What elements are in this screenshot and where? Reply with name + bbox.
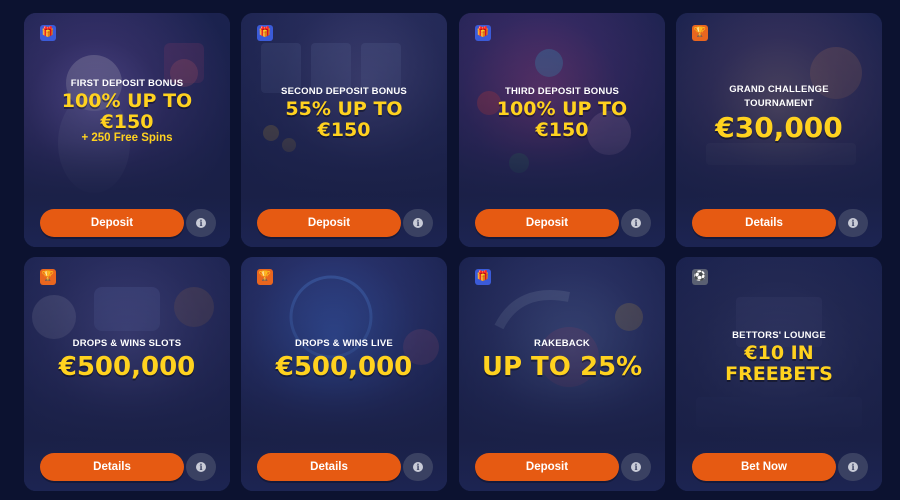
promo-text: DROPS & WINS SLOTS €500,000 — [24, 337, 230, 381]
promo-headline: 55% UP TO — [285, 98, 403, 120]
promo-text: BETTORS' LOUNGE €10 IN FREEBETS — [676, 329, 882, 384]
promotions-grid: 🎁 FIRST DEPOSIT BONUS 100% UP TO €150 + … — [0, 0, 900, 500]
info-button[interactable]: i — [838, 209, 868, 237]
promo-subtitle: SECOND DEPOSIT BONUS — [281, 86, 407, 97]
info-button[interactable]: i — [621, 453, 651, 481]
promo-subtitle: RAKEBACK — [534, 338, 590, 349]
info-icon: i — [848, 462, 858, 472]
promo-card-drops-wins-live[interactable]: 🏆 DROPS & WINS LIVE €500,000 Details i — [241, 257, 447, 491]
promo-text: THIRD DEPOSIT BONUS 100% UP TO €150 — [459, 85, 665, 140]
promo-card-first-deposit[interactable]: 🎁 FIRST DEPOSIT BONUS 100% UP TO €150 + … — [24, 13, 230, 247]
promo-headline: €30,000 — [715, 111, 843, 144]
promo-headline: €500,000 — [58, 352, 196, 382]
deposit-button[interactable]: Deposit — [475, 453, 619, 481]
info-icon: i — [631, 218, 641, 228]
trophy-icon: 🏆 — [692, 25, 708, 41]
gift-icon: 🎁 — [475, 25, 491, 41]
promo-text: GRAND CHALLENGE TOURNAMENT €30,000 — [676, 83, 882, 143]
trophy-icon: 🏆 — [257, 269, 273, 285]
promo-amount: €150 — [317, 118, 371, 141]
promo-text: FIRST DEPOSIT BONUS 100% UP TO €150 + 25… — [24, 77, 230, 144]
deposit-button[interactable]: Deposit — [40, 209, 184, 237]
info-button[interactable]: i — [403, 209, 433, 237]
promo-subtitle: DROPS & WINS LIVE — [295, 338, 393, 349]
promo-card-grand-challenge[interactable]: 🏆 GRAND CHALLENGE TOURNAMENT €30,000 Det… — [676, 13, 882, 247]
promo-headline: 100% UP TO — [61, 90, 193, 112]
info-icon: i — [631, 462, 641, 472]
promo-subtitle: BETTORS' LOUNGE — [732, 330, 826, 341]
info-icon: i — [848, 218, 858, 228]
promo-card-rakeback[interactable]: 🎁 RAKEBACK UP TO 25% Deposit i — [459, 257, 665, 491]
promo-amount: €150 — [535, 118, 589, 141]
promo-headline: €500,000 — [275, 352, 413, 382]
promo-card-bettors-lounge[interactable]: ⚽ BETTORS' LOUNGE €10 IN FREEBETS Bet No… — [676, 257, 882, 491]
gift-icon: 🎁 — [40, 25, 56, 41]
info-button[interactable]: i — [403, 453, 433, 481]
promo-headline-2: FREEBETS — [725, 362, 833, 385]
promo-subtitle: THIRD DEPOSIT BONUS — [504, 86, 620, 97]
info-button[interactable]: i — [186, 453, 216, 481]
promo-headline: €10 IN — [744, 342, 814, 364]
info-button[interactable]: i — [838, 453, 868, 481]
info-icon: i — [413, 218, 423, 228]
promo-card-third-deposit[interactable]: 🎁 THIRD DEPOSIT BONUS 100% UP TO €150 De… — [459, 13, 665, 247]
deposit-button[interactable]: Deposit — [475, 209, 619, 237]
info-icon: i — [413, 462, 423, 472]
deposit-button[interactable]: Deposit — [257, 209, 401, 237]
promo-text: DROPS & WINS LIVE €500,000 — [241, 337, 447, 381]
gift-icon: 🎁 — [257, 25, 273, 41]
details-button[interactable]: Details — [692, 209, 836, 237]
promo-card-drops-wins-slots[interactable]: 🏆 DROPS & WINS SLOTS €500,000 Details i — [24, 257, 230, 491]
details-button[interactable]: Details — [40, 453, 184, 481]
promo-text: SECOND DEPOSIT BONUS 55% UP TO €150 — [241, 85, 447, 140]
trophy-icon: 🏆 — [40, 269, 56, 285]
info-button[interactable]: i — [186, 209, 216, 237]
promo-subtitle: GRAND CHALLENGE — [729, 84, 829, 95]
info-icon: i — [196, 462, 206, 472]
promo-headline: UP TO 25% — [481, 352, 643, 382]
promo-amount: €150 — [100, 110, 154, 133]
details-button[interactable]: Details — [257, 453, 401, 481]
promo-headline: 100% UP TO — [496, 98, 628, 120]
promo-subtitle: FIRST DEPOSIT BONUS — [70, 78, 184, 89]
bet-now-button[interactable]: Bet Now — [692, 453, 836, 481]
promo-text: RAKEBACK UP TO 25% — [459, 337, 665, 381]
gift-icon: 🎁 — [475, 269, 491, 285]
promo-card-second-deposit[interactable]: 🎁 SECOND DEPOSIT BONUS 55% UP TO €150 De… — [241, 13, 447, 247]
soccer-ball-icon: ⚽ — [692, 269, 708, 285]
promo-extra: + 250 Free Spins — [81, 132, 173, 145]
promo-subtitle-2: TOURNAMENT — [744, 98, 814, 109]
info-icon: i — [196, 218, 206, 228]
info-button[interactable]: i — [621, 209, 651, 237]
promo-subtitle: DROPS & WINS SLOTS — [72, 338, 182, 349]
